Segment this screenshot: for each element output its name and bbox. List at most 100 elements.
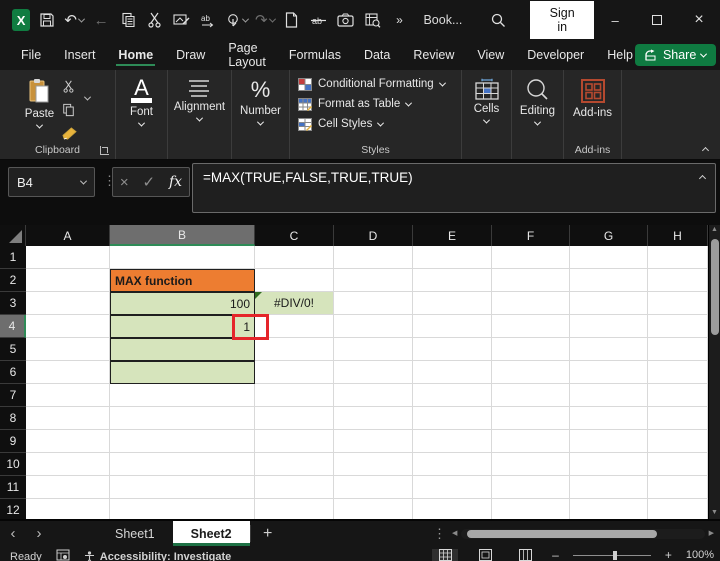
addins-button[interactable]: Add-ins (573, 78, 612, 119)
row-header-1[interactable]: 1 (0, 246, 26, 269)
qat-overflow-icon[interactable]: » (390, 8, 410, 32)
cut-icon[interactable] (145, 8, 165, 32)
cell-H11[interactable] (648, 476, 708, 499)
sheet-nav-right-icon[interactable]: › (26, 521, 52, 546)
cell-D10[interactable] (334, 453, 413, 476)
cell-A11[interactable] (26, 476, 110, 499)
cell-A4[interactable] (26, 315, 110, 338)
sheet-nav-left-icon[interactable]: ‹ (0, 521, 26, 546)
column-header-G[interactable]: G (570, 225, 648, 246)
cell-B9[interactable] (110, 430, 255, 453)
cell-A6[interactable] (26, 361, 110, 384)
cell-E11[interactable] (413, 476, 492, 499)
copy-button[interactable] (62, 103, 77, 122)
zoom-level-label[interactable]: 100% (686, 549, 714, 561)
vertical-scroll-thumb[interactable] (710, 239, 719, 335)
name-box-dropdown-icon[interactable] (79, 177, 88, 185)
camera-icon[interactable] (336, 8, 356, 32)
tab-developer[interactable]: Developer (525, 44, 586, 66)
cell-D4[interactable] (334, 315, 413, 338)
vertical-scrollbar[interactable]: ▲ ▼ (708, 225, 720, 519)
cell-H4[interactable] (648, 315, 708, 338)
row-header-11[interactable]: 11 (0, 476, 26, 499)
cancel-icon[interactable]: × (120, 174, 129, 191)
minimize-button[interactable]: – (594, 0, 636, 40)
tab-view[interactable]: View (475, 44, 506, 66)
column-header-H[interactable]: H (648, 225, 708, 246)
cell-B12[interactable] (110, 499, 255, 519)
add-sheet-button[interactable]: + (251, 521, 285, 546)
cell-B3[interactable]: 100 (110, 292, 255, 315)
number-button[interactable]: % Number (240, 78, 281, 126)
cell-H5[interactable] (648, 338, 708, 361)
row-header-8[interactable]: 8 (0, 407, 26, 430)
tab-insert[interactable]: Insert (62, 44, 97, 66)
conditional-formatting-button[interactable]: Conditional Formatting (298, 75, 446, 93)
sheet-bar-more-icon[interactable]: ⋮ (433, 526, 446, 542)
cell-F10[interactable] (492, 453, 570, 476)
alignment-button[interactable]: Alignment (174, 78, 225, 122)
cell-A5[interactable] (26, 338, 110, 361)
cell-E2[interactable] (413, 269, 492, 292)
row-header-4[interactable]: 4 (0, 315, 26, 338)
format-painter-button[interactable] (62, 127, 77, 145)
cell-G3[interactable] (570, 292, 648, 315)
hscroll-left-icon[interactable]: ◀ (452, 529, 457, 539)
cell-G11[interactable] (570, 476, 648, 499)
touch-mouse-mode-icon[interactable] (226, 8, 249, 32)
undo-dropdown-icon[interactable] (77, 15, 85, 23)
cell-F8[interactable] (492, 407, 570, 430)
cell-E4[interactable] (413, 315, 492, 338)
copy-icon[interactable] (118, 8, 138, 32)
search-icon[interactable] (488, 8, 508, 32)
sign-in-button[interactable]: Sign in (530, 1, 595, 39)
cell-H1[interactable] (648, 246, 708, 269)
inspect-table-icon[interactable] (363, 8, 383, 32)
strikethrough-icon[interactable]: ab (309, 8, 329, 32)
formula-bar-expand-icon[interactable] (698, 174, 707, 183)
cell-E3[interactable] (413, 292, 492, 315)
cell-E7[interactable] (413, 384, 492, 407)
zoom-slider-thumb[interactable] (613, 550, 618, 560)
find-replace-icon[interactable]: ab (199, 8, 219, 32)
cell-B5[interactable] (110, 338, 255, 361)
cell-G9[interactable] (570, 430, 648, 453)
cell-B11[interactable] (110, 476, 255, 499)
cell-G12[interactable] (570, 499, 648, 519)
cell-C8[interactable] (255, 407, 334, 430)
cell-E9[interactable] (413, 430, 492, 453)
touch-mode-dropdown-icon[interactable] (241, 15, 249, 23)
format-as-table-button[interactable]: Format as Table (298, 95, 413, 113)
cell-F5[interactable] (492, 338, 570, 361)
cell-C9[interactable] (255, 430, 334, 453)
cell-C5[interactable] (255, 338, 334, 361)
cell-A9[interactable] (26, 430, 110, 453)
cell-G2[interactable] (570, 269, 648, 292)
tab-draw[interactable]: Draw (174, 44, 207, 66)
cell-E1[interactable] (413, 246, 492, 269)
new-file-icon[interactable] (282, 8, 302, 32)
cell-C12[interactable] (255, 499, 334, 519)
font-button[interactable]: A Font (130, 77, 153, 127)
name-box[interactable]: B4 (8, 167, 95, 197)
cell-B7[interactable] (110, 384, 255, 407)
tab-review[interactable]: Review (411, 44, 456, 66)
cell-H10[interactable] (648, 453, 708, 476)
paste-special-icon[interactable] (172, 8, 192, 32)
formula-input[interactable]: =MAX(TRUE,FALSE,TRUE,TRUE) (192, 163, 716, 213)
cell-A7[interactable] (26, 384, 110, 407)
cell-C11[interactable] (255, 476, 334, 499)
cell-D1[interactable] (334, 246, 413, 269)
cell-H6[interactable] (648, 361, 708, 384)
column-header-A[interactable]: A (26, 225, 110, 246)
editing-button[interactable]: Editing (520, 78, 555, 126)
tab-help[interactable]: Help (605, 44, 635, 66)
clipboard-dialog-launcher-icon[interactable] (100, 146, 109, 155)
cell-A8[interactable] (26, 407, 110, 430)
spreadsheet-grid[interactable]: A B C D E F G H 1 2 MAX function 3 100 #DIV/0! 4 1 5 6 7 8 9… (0, 225, 720, 519)
undo-icon[interactable]: ↶ (64, 8, 85, 32)
macro-record-icon[interactable] (56, 549, 70, 561)
cell-H12[interactable] (648, 499, 708, 519)
column-header-D[interactable]: D (334, 225, 413, 246)
cell-B10[interactable] (110, 453, 255, 476)
